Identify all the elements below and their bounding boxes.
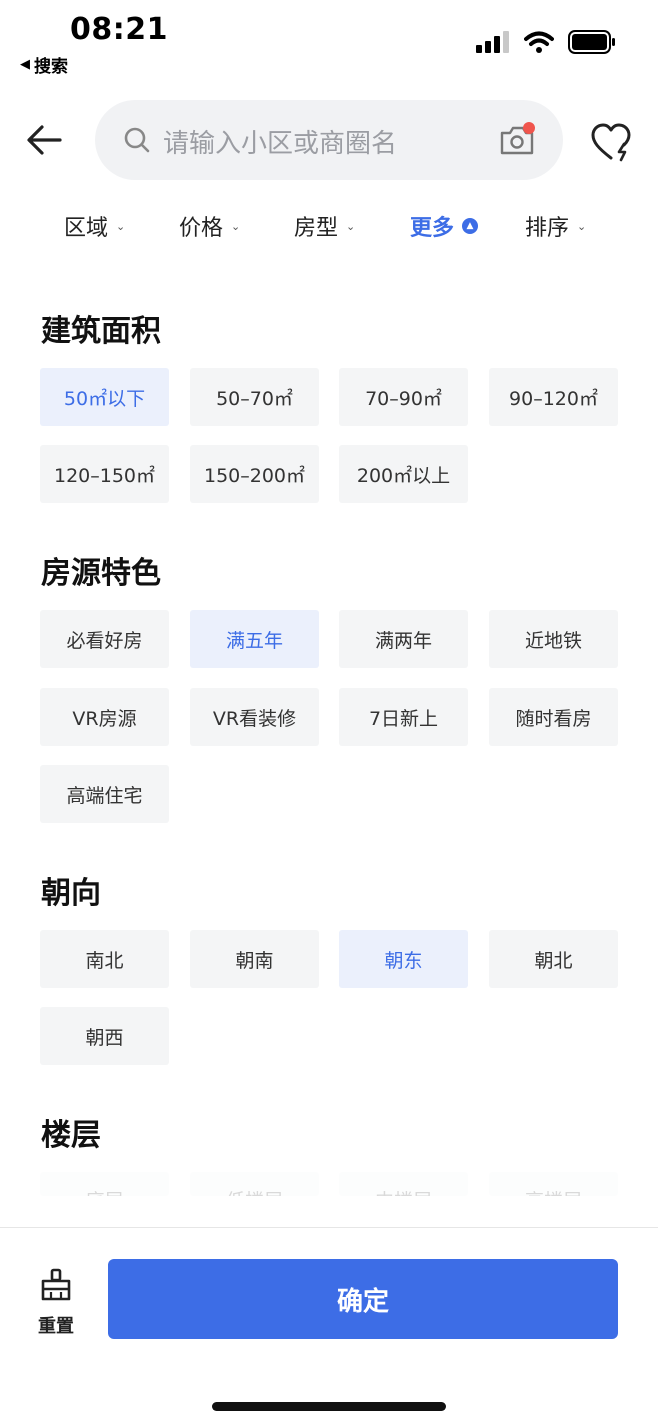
- chip-area-option[interactable]: 120–150㎡: [40, 445, 169, 503]
- chip-area-option[interactable]: 50–70㎡: [190, 368, 319, 426]
- chip-feature-option[interactable]: 满五年: [190, 610, 319, 668]
- battery-icon: [568, 30, 615, 54]
- search-input[interactable]: 请输入小区或商圈名: [95, 100, 563, 180]
- tab-label: 排序: [525, 216, 570, 241]
- wifi-icon: [524, 31, 554, 53]
- chip-feature-option[interactable]: 随时看房: [489, 688, 618, 746]
- tab-label: 区域: [64, 216, 109, 241]
- chip-floor-option[interactable]: 低楼层: [190, 1172, 319, 1196]
- tab-sort[interactable]: 排序 ⌄: [525, 210, 586, 242]
- chevron-down-icon: ⌄: [231, 219, 241, 233]
- chip-orientation-option[interactable]: 南北: [40, 930, 169, 988]
- search-placeholder: 请输入小区或商圈名: [163, 129, 398, 159]
- camera-icon[interactable]: [499, 122, 537, 158]
- section-title-floor: 楼层: [41, 1118, 101, 1153]
- chip-feature-option[interactable]: VR房源: [40, 688, 169, 746]
- section-title-orientation: 朝向: [41, 876, 101, 911]
- chip-floor-option[interactable]: 中楼层: [339, 1172, 468, 1196]
- camera-badge: [523, 122, 535, 134]
- chevron-down-icon: ⌄: [577, 219, 587, 233]
- status-bar: 08:21 ◀ 搜索: [0, 0, 658, 84]
- chip-feature-option[interactable]: 高端住宅: [40, 765, 169, 823]
- home-indicator: [212, 1402, 446, 1411]
- chevron-up-icon: ▲: [462, 218, 479, 234]
- back-triangle-icon: ◀: [20, 57, 30, 72]
- status-time: 08:21: [70, 12, 168, 47]
- chip-feature-option[interactable]: VR看装修: [190, 688, 319, 746]
- tab-region[interactable]: 区域 ⌄: [64, 210, 125, 242]
- confirm-button[interactable]: 确定: [108, 1259, 618, 1339]
- chip-feature-option[interactable]: 7日新上: [339, 688, 468, 746]
- tab-label: 房型: [294, 216, 339, 241]
- tab-room-type[interactable]: 房型 ⌄: [294, 210, 355, 242]
- reset-button[interactable]: 重置: [30, 1268, 82, 1338]
- filter-tabs: 区域 ⌄ 价格 ⌄ 房型 ⌄ 更多 ▲ 排序 ⌄: [0, 210, 658, 254]
- chip-area-option[interactable]: 70–90㎡: [339, 368, 468, 426]
- chip-area-option[interactable]: 50㎡以下: [40, 368, 169, 426]
- status-icons: [476, 30, 616, 54]
- tab-label: 价格: [179, 216, 224, 241]
- chip-orientation-option[interactable]: 朝北: [489, 930, 618, 988]
- section-title-features: 房源特色: [41, 556, 161, 591]
- chip-orientation-option[interactable]: 朝南: [190, 930, 319, 988]
- chip-floor-option[interactable]: 高楼层: [489, 1172, 618, 1196]
- chip-feature-option[interactable]: 近地铁: [489, 610, 618, 668]
- tab-label: 更多: [410, 216, 455, 241]
- chip-area-option[interactable]: 200㎡以上: [339, 445, 468, 503]
- footer-divider: [0, 1227, 658, 1228]
- chip-orientation-option[interactable]: 朝西: [40, 1007, 169, 1065]
- search-icon: [124, 127, 150, 153]
- signal-icon: [476, 31, 509, 53]
- chip-feature-option[interactable]: 满两年: [339, 610, 468, 668]
- tab-price[interactable]: 价格 ⌄: [179, 210, 240, 242]
- chip-area-option[interactable]: 150–200㎡: [190, 445, 319, 503]
- back-arrow-icon[interactable]: [22, 118, 66, 162]
- reset-label: 重置: [38, 1316, 74, 1337]
- status-back-label: 搜索: [34, 57, 68, 77]
- section-title-area: 建筑面积: [41, 314, 161, 349]
- status-back-link[interactable]: ◀ 搜索: [20, 52, 68, 77]
- favorite-heart-icon[interactable]: [590, 122, 632, 162]
- tab-more[interactable]: 更多 ▲: [410, 210, 479, 242]
- chevron-down-icon: ⌄: [346, 219, 356, 233]
- chip-orientation-option[interactable]: 朝东: [339, 930, 468, 988]
- broom-icon: [41, 1268, 71, 1301]
- chevron-down-icon: ⌄: [116, 219, 126, 233]
- chip-feature-option[interactable]: 必看好房: [40, 610, 169, 668]
- chip-floor-option[interactable]: 底层: [40, 1172, 169, 1196]
- chip-area-option[interactable]: 90–120㎡: [489, 368, 618, 426]
